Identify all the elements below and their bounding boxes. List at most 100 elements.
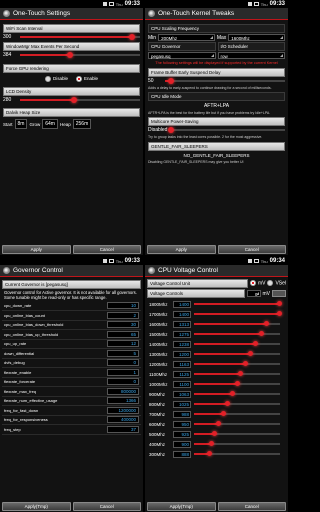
voltage-value-input[interactable]: 1400 (173, 300, 191, 308)
cancel-button[interactable]: Cancel (217, 502, 286, 511)
cpu-idle-spinner[interactable]: AFTR+LPA (148, 103, 285, 109)
slider-knob[interactable] (168, 77, 174, 84)
slider-knob[interactable] (71, 97, 77, 103)
tunable-value-input[interactable]: 0 (107, 378, 139, 386)
slider-knob[interactable] (208, 441, 214, 446)
voltage-value-input[interactable]: 1275 (173, 330, 191, 338)
governor-spinner[interactable]: pegasusq (148, 52, 216, 59)
wifi-scan-slider[interactable] (20, 34, 140, 40)
tunable-value-input[interactable]: 1366 (107, 397, 139, 405)
voltage-all-button[interactable] (272, 290, 286, 297)
slider-knob[interactable] (67, 52, 74, 58)
voltage-list: 1800Mhz 1400 1700Mhz 1400 1600Mhz 1313 1500Mhz… (147, 299, 286, 459)
slider-knob[interactable] (234, 381, 240, 386)
apply-tmp-button[interactable]: Apply(Tmp) (147, 502, 216, 511)
voltage-value-input[interactable]: 1125 (173, 370, 191, 378)
voltage-value-input[interactable]: 900 (173, 440, 191, 448)
slider-knob[interactable] (220, 411, 226, 416)
lcd-density-slider[interactable] (20, 97, 140, 103)
slider-knob[interactable] (276, 311, 282, 316)
cancel-button[interactable]: Cancel (217, 245, 286, 254)
cancel-button[interactable]: Cancel (72, 502, 141, 511)
heap-input[interactable]: 256m (72, 119, 92, 129)
tunable-value-input[interactable]: 2 (107, 311, 139, 319)
apply-button[interactable]: Apply (147, 245, 216, 254)
io-scheduler-spinner[interactable]: row (217, 52, 285, 59)
voltage-slider[interactable] (194, 431, 280, 436)
slider-knob[interactable] (258, 331, 264, 336)
slider-knob[interactable] (212, 431, 218, 436)
apply-button[interactable]: Apply (2, 245, 71, 254)
slider-knob[interactable] (263, 321, 269, 326)
voltage-value-input[interactable]: 1200 (173, 350, 191, 358)
tunable-value-input[interactable]: 10 (107, 302, 139, 310)
voltage-slider[interactable] (194, 361, 280, 366)
slider-knob[interactable] (215, 421, 221, 426)
voltage-value-input[interactable]: 950 (173, 420, 191, 428)
voltage-value-input[interactable]: 1163 (173, 360, 191, 368)
voltage-value-input[interactable]: 925 (173, 430, 191, 438)
voltage-value-input[interactable]: 1313 (173, 320, 191, 328)
voltage-value-input[interactable]: 988 (173, 410, 191, 418)
tunable-value-input[interactable]: 65 (107, 330, 139, 338)
cpu-idle-description: AFTR+LPA is the best for the battery lif… (148, 110, 271, 115)
gentle-fair-spinner[interactable]: NO_GENTLE_FAIR_SLEEPERS (148, 153, 285, 158)
grow-input[interactable]: 64m (42, 119, 58, 129)
voltage-row: 1300Mhz 1200 (147, 349, 286, 359)
tunable-value-input[interactable]: 5 (107, 349, 139, 357)
slider-knob[interactable] (230, 391, 236, 396)
start-input[interactable]: 8m (14, 119, 28, 129)
tunable-value-input[interactable]: 1 (107, 368, 139, 376)
frequency-label: 1500Mhz (149, 331, 168, 337)
min-freq-spinner[interactable]: 200Mhz (158, 34, 215, 41)
slider-knob[interactable] (206, 451, 212, 456)
voltage-slider[interactable] (194, 391, 280, 396)
slider-knob[interactable] (276, 301, 282, 306)
tunable-value-input[interactable]: 30 (107, 321, 139, 329)
voltage-slider[interactable] (194, 371, 280, 376)
slider-knob[interactable] (128, 34, 135, 40)
voltage-slider[interactable] (194, 411, 280, 416)
voltage-slider[interactable] (194, 301, 282, 306)
multicore-slider[interactable] (168, 127, 285, 134)
voltage-slider[interactable] (194, 441, 280, 446)
cancel-button[interactable]: Cancel (72, 245, 141, 254)
voltage-offset-spinner[interactable]: 0 (246, 290, 261, 297)
slider-knob[interactable] (225, 401, 231, 406)
voltage-slider[interactable] (194, 351, 280, 356)
tunable-value-input[interactable]: 1200000 (107, 406, 139, 414)
tunable-value-input[interactable]: 0 (107, 359, 139, 367)
slider-knob[interactable] (248, 351, 254, 356)
tunable-value-input[interactable]: 37 (107, 425, 139, 433)
governor-tunable-row: freq_for_responsiveness 400000 (2, 416, 141, 425)
gpu-enable-radio[interactable]: Enable (76, 76, 98, 82)
tunable-value-input[interactable]: 12 (107, 340, 139, 348)
wm-events-slider[interactable] (20, 52, 140, 58)
slider-knob[interactable] (237, 371, 243, 376)
tunable-value-input[interactable]: 800000 (107, 387, 139, 395)
max-freq-spinner[interactable]: 1600Mhz (228, 34, 286, 41)
unit-vsel-radio[interactable]: VSel (267, 280, 286, 287)
voltage-value-input[interactable]: 1025 (173, 400, 191, 408)
fb-delay-slider[interactable] (165, 77, 285, 84)
slider-knob[interactable] (243, 361, 249, 366)
voltage-slider[interactable] (194, 451, 280, 456)
voltage-slider[interactable] (194, 401, 280, 406)
slider-knob[interactable] (253, 341, 259, 346)
voltage-value-input[interactable]: 1238 (173, 340, 191, 348)
apply-tmp-button[interactable]: Apply(Tmp) (2, 502, 71, 511)
voltage-slider[interactable] (194, 321, 280, 326)
voltage-value-input[interactable]: 1063 (173, 390, 191, 398)
voltage-slider[interactable] (194, 381, 280, 386)
voltage-value-input[interactable]: 1100 (173, 380, 191, 388)
unit-mv-radio[interactable]: mV (249, 280, 265, 287)
voltage-slider[interactable] (194, 421, 280, 426)
voltage-slider[interactable] (194, 331, 280, 336)
voltage-value-input[interactable]: 1400 (173, 310, 191, 318)
tunable-value-input[interactable]: 400000 (107, 416, 139, 424)
gpu-disable-radio[interactable]: Disable (44, 76, 68, 82)
slider-knob[interactable] (168, 127, 174, 134)
voltage-slider[interactable] (194, 341, 280, 346)
voltage-slider[interactable] (194, 311, 282, 316)
voltage-value-input[interactable]: 888 (173, 450, 191, 458)
